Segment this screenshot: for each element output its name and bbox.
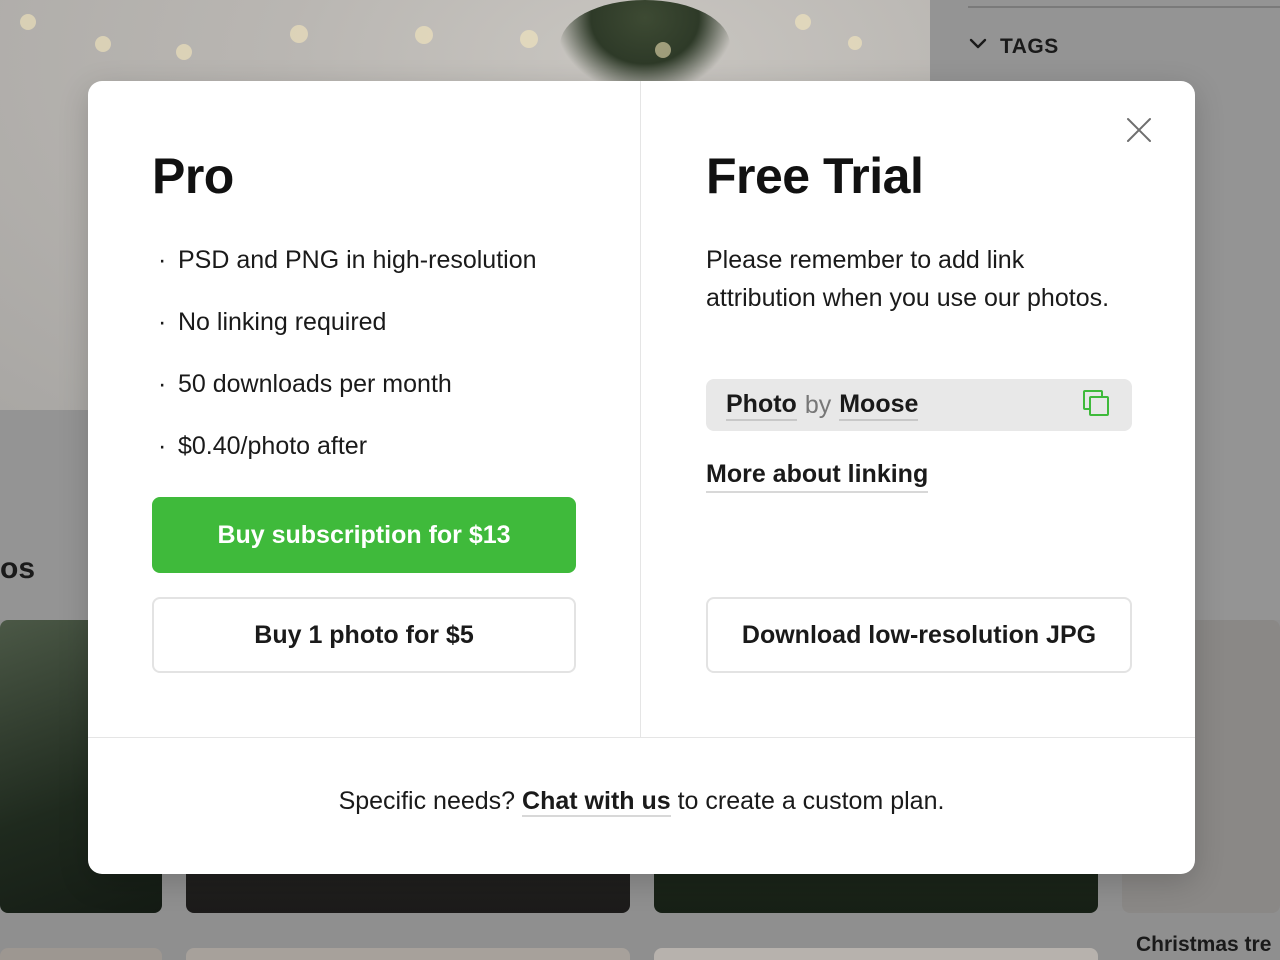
download-low-res-button[interactable]: Download low-resolution JPG — [706, 597, 1132, 673]
copy-icon[interactable] — [1082, 389, 1112, 419]
chat-with-us-link[interactable]: Chat with us — [522, 787, 671, 817]
attribution-notice: Please remember to add link attribution … — [706, 246, 1110, 312]
column-divider — [640, 81, 641, 737]
free-trial-title: Free Trial — [706, 148, 924, 204]
feature-item: · No linking required — [158, 308, 387, 336]
photo-tile[interactable] — [654, 948, 1098, 960]
more-about-linking-link[interactable]: More about linking — [706, 457, 929, 493]
pro-title: Pro — [152, 148, 234, 204]
sidebar-divider — [968, 6, 1280, 8]
pro-features: · PSD and PNG in high-resolution · No link… — [152, 241, 537, 489]
tags-heading: TAGS — [1000, 35, 1059, 58]
feature-item: · PSD and PNG in high-resolution — [158, 246, 537, 274]
bokeh-light — [520, 30, 538, 48]
bokeh-light — [20, 14, 36, 30]
feature-item: · $0.40/photo after — [158, 432, 368, 460]
footer-suffix: to create a custom plan. — [677, 787, 945, 815]
bokeh-light — [415, 26, 433, 44]
hero-tree — [560, 0, 730, 90]
bokeh-light — [655, 42, 671, 58]
bokeh-light — [290, 25, 308, 43]
close-button[interactable] — [1124, 117, 1154, 147]
buy-subscription-button[interactable]: Buy subscription for $13 — [152, 497, 576, 573]
bokeh-light — [795, 14, 811, 30]
feature-item: · 50 downloads per month — [158, 370, 452, 398]
attribution-photo-link[interactable]: Photo — [726, 389, 797, 421]
photo-tile[interactable] — [0, 948, 162, 960]
custom-plan-footer: Specific needs? Chat with us to create a… — [88, 787, 1195, 817]
close-icon — [1126, 117, 1152, 148]
bokeh-light — [848, 36, 862, 50]
attribution-box: Photo by Moose — [706, 379, 1132, 431]
photo-tile[interactable] — [186, 948, 630, 960]
pricing-modal: Pro · PSD and PNG in high-resolution · No … — [88, 81, 1195, 874]
section-heading: os — [0, 552, 36, 585]
chevron-down-icon — [968, 34, 988, 60]
attribution-by-label: by — [804, 390, 832, 419]
attribution-author-link[interactable]: Moose — [839, 389, 919, 421]
buy-single-photo-button[interactable]: Buy 1 photo for $5 — [152, 597, 576, 673]
footer-divider — [88, 737, 1195, 738]
bokeh-light — [176, 44, 192, 60]
photo-caption[interactable]: Christmas tre — [1136, 933, 1271, 957]
tags-toggle[interactable]: TAGS — [968, 34, 1059, 60]
footer-prefix: Specific needs? — [338, 787, 516, 815]
bokeh-light — [95, 36, 111, 52]
